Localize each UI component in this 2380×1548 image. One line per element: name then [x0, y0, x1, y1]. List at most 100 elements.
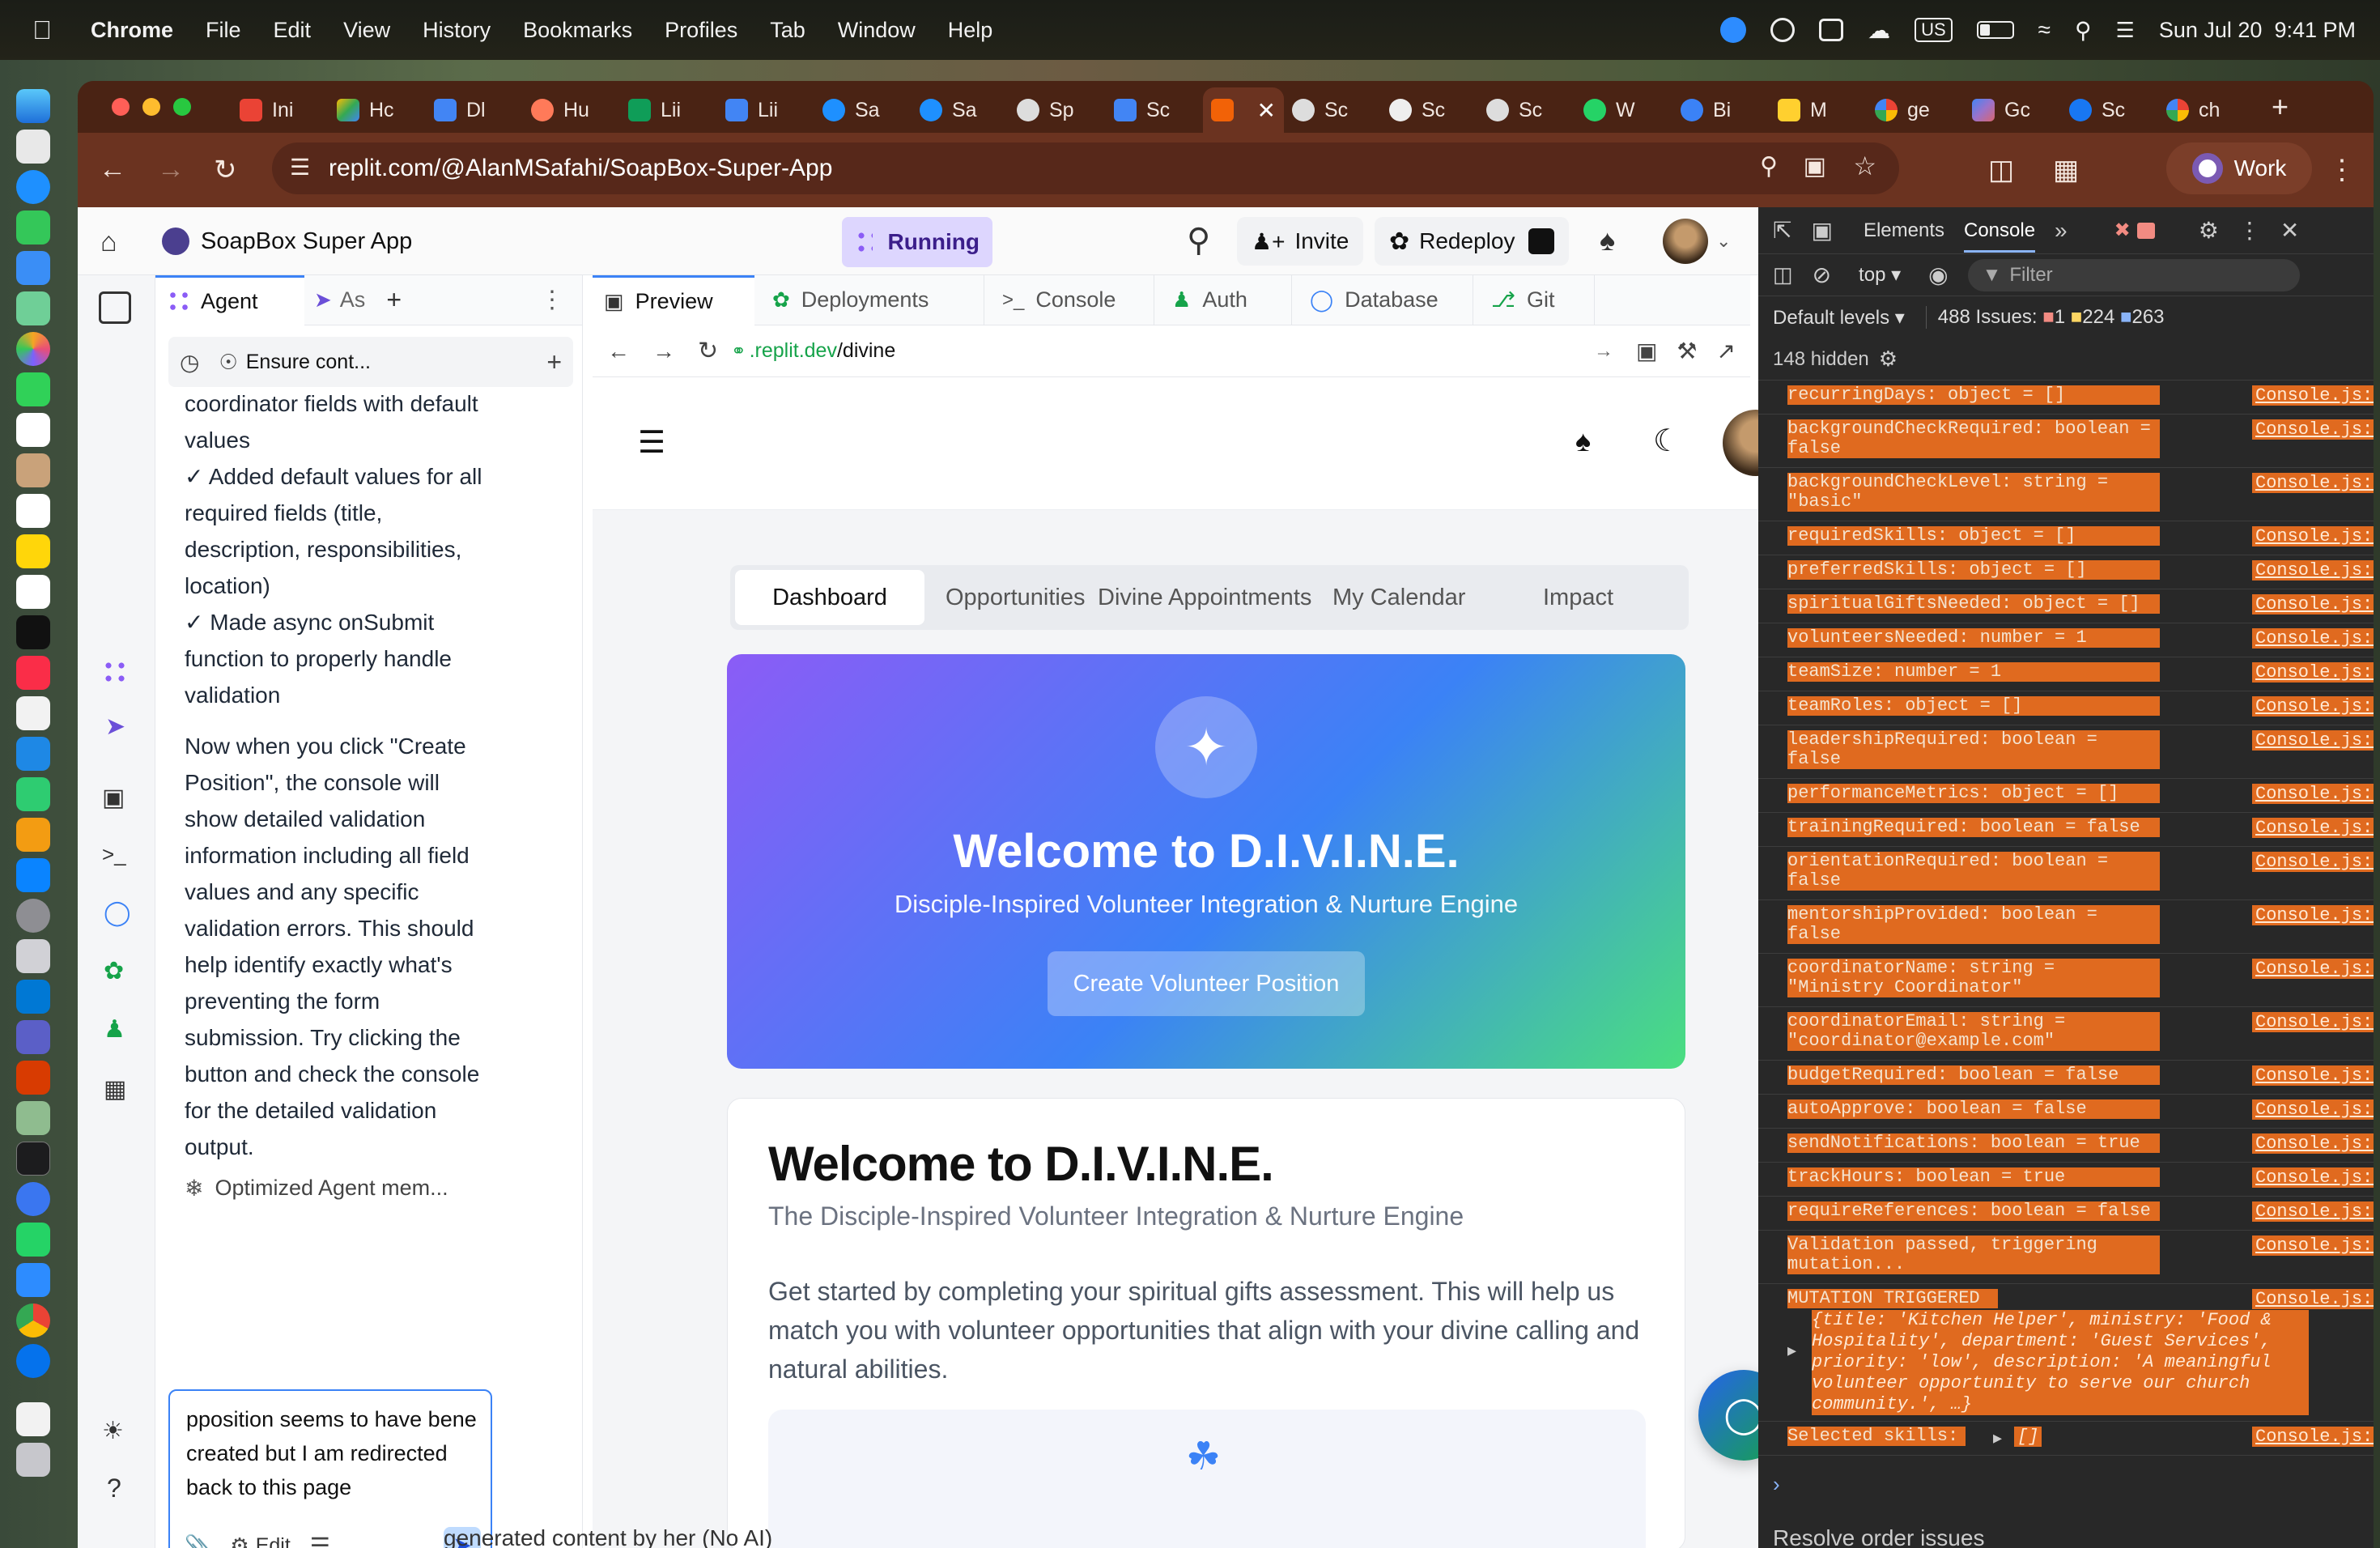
window-minimize-button[interactable] — [142, 98, 160, 116]
browser-tab[interactable]: Sc — [1478, 90, 1575, 130]
console-log-entry[interactable]: trackHours: boolean = trueConsole.js:61 — [1758, 1163, 2374, 1197]
console-log-entry[interactable]: budgetRequired: boolean = false Console.j… — [1758, 1061, 2374, 1095]
url-go-icon[interactable]: → — [1594, 340, 1613, 363]
notes-icon[interactable] — [16, 534, 50, 568]
attach-paperclip-icon[interactable]: 📎 — [185, 1533, 210, 1548]
console-source-link[interactable]: Console.js:61 — [2252, 959, 2374, 979]
console-log-entry[interactable]: volunteersNeeded: number = 1Console.js:6… — [1758, 623, 2374, 657]
sliders-icon[interactable]: ☰ — [310, 1533, 330, 1548]
system-settings-icon[interactable] — [16, 899, 50, 933]
preview-icon[interactable] — [16, 1101, 50, 1135]
whatsapp-icon[interactable] — [16, 1223, 50, 1257]
contacts-icon[interactable] — [16, 453, 50, 487]
console-log-entry[interactable]: teamRoles: object = []Console.js:61 — [1758, 691, 2374, 725]
console-source-link[interactable]: Console.js:61 — [2252, 594, 2374, 615]
tab-agent[interactable]: Agent — [155, 274, 304, 325]
invite-button[interactable]: ♟+ Invite — [1237, 217, 1364, 266]
console-source-link[interactable]: Console.js:61 — [2252, 526, 2374, 546]
tab-deployments[interactable]: ✿ Deployments — [754, 274, 984, 325]
app-tab-impact[interactable]: Impact — [1543, 585, 1640, 611]
browser-tab[interactable]: Sa — [912, 90, 1009, 130]
browser-tab[interactable]: Sc — [1284, 90, 1381, 130]
devtools-settings-icon[interactable]: ⚙ — [2199, 217, 2219, 244]
console-source-link[interactable]: Console.js:61 — [2252, 662, 2374, 683]
new-chat-icon[interactable]: + — [546, 347, 562, 377]
console-source-link[interactable]: Console.js:61 — [2252, 473, 2374, 493]
wifi-icon[interactable]: ≈ — [2038, 17, 2051, 43]
console-source-link[interactable]: Console.js:61 — [2252, 1201, 2374, 1222]
console-log-entry[interactable]: mentorshipProvided: boolean = false Conso… — [1758, 900, 2374, 954]
composer-input[interactable]: pposition seems to have bene created but… — [186, 1402, 478, 1504]
password-key-icon[interactable]: ⚲ — [1760, 152, 1778, 181]
issues-summary[interactable]: 488 Issues: ■1 ■224 ■263 — [1925, 306, 2165, 329]
menubar-datetime[interactable]: Sun Jul 20 9:41 PM — [2159, 18, 2356, 43]
menubar-file[interactable]: File — [206, 18, 241, 43]
finder-icon[interactable] — [16, 89, 50, 123]
browser-tab[interactable]: Lii — [717, 90, 814, 130]
window-zoom-button[interactable] — [173, 98, 191, 116]
running-status[interactable]: Running — [842, 217, 992, 267]
forward-icon[interactable]: → — [157, 154, 185, 185]
menubar-window[interactable]: Window — [838, 18, 916, 43]
launchpad-icon[interactable] — [16, 130, 50, 164]
tab-console[interactable]: >_ Console — [984, 274, 1154, 325]
control-center-icon[interactable]: ☰ — [2116, 18, 2135, 43]
open-new-tab-icon[interactable]: ↗ — [1717, 338, 1736, 364]
console-log-entry[interactable]: Selected skills: ▸ [] Console.js:61 — [1758, 1422, 2374, 1456]
onepassword-icon[interactable] — [16, 1344, 50, 1378]
console-source-link[interactable]: Console.js:61 — [2252, 560, 2374, 580]
app-tab-divine-appointments[interactable]: Divine Appointments — [1098, 585, 1332, 611]
console-log-entry[interactable]: orientationRequired: boolean = false Cons… — [1758, 847, 2374, 900]
menubar-edit[interactable]: Edit — [274, 18, 312, 43]
console-source-link[interactable]: Console.js:61 — [2252, 730, 2374, 751]
edit-mode-button[interactable]: ⚙ Edit — [230, 1533, 290, 1548]
help-icon[interactable]: ? — [107, 1474, 121, 1503]
site-settings-icon[interactable]: ☰ — [290, 154, 310, 181]
mail-icon[interactable] — [16, 251, 50, 285]
app-status-icon[interactable] — [1819, 19, 1844, 41]
console-prompt[interactable]: › — [1773, 1472, 1780, 1497]
mutation-object-preview[interactable]: {title: 'Kitchen Helper', ministry: 'Foo… — [1812, 1310, 2309, 1415]
more-options-icon[interactable]: ⋮ — [540, 286, 564, 314]
database-tool-icon[interactable]: ◯ — [104, 899, 131, 927]
photos-icon[interactable] — [16, 332, 50, 366]
music-icon[interactable] — [16, 656, 50, 690]
console-source-link[interactable]: Console.js:61 — [2252, 905, 2374, 925]
dark-mode-moon-icon[interactable]: ☾ — [1653, 423, 1681, 459]
reminders-icon[interactable] — [16, 494, 50, 528]
console-source-link[interactable]: Console.js:61 — [2252, 1235, 2374, 1256]
inspect-element-icon[interactable]: ⇱ — [1773, 217, 1791, 244]
console-log-entry[interactable]: coordinatorEmail: string = "coordinator@… — [1758, 1007, 2374, 1061]
clear-console-icon[interactable]: ⊘ — [1813, 262, 1831, 288]
console-tool-icon[interactable]: >_ — [102, 842, 126, 867]
safari-icon[interactable] — [16, 170, 50, 204]
optimized-memory-note[interactable]: ❄ Optimized Agent mem... — [185, 1175, 484, 1201]
sidebar-toggle-icon[interactable] — [99, 291, 131, 324]
expand-object-icon[interactable]: ▸ — [1787, 1341, 1796, 1362]
browser-tab[interactable]: Dl — [426, 90, 523, 130]
agent-task-title[interactable]: Ensure cont... — [246, 351, 371, 374]
tv-icon[interactable] — [16, 615, 50, 649]
zoom-icon[interactable] — [16, 1263, 50, 1297]
preview-url-input[interactable]: ⚭ .replit.dev /divine → — [731, 334, 1613, 368]
battery-icon[interactable] — [1976, 21, 2014, 39]
console-source-link[interactable]: Console.js:61 — [2252, 1012, 2374, 1032]
browser-tab[interactable]: ch — [2158, 90, 2255, 130]
trash-icon[interactable] — [16, 1443, 50, 1477]
extensions-icon[interactable]: ◫ — [1988, 154, 2014, 186]
cloud-status-icon[interactable]: ☁ — [1868, 17, 1890, 44]
maps-icon[interactable] — [16, 291, 50, 325]
menubar-app-name[interactable]: Chrome — [91, 18, 173, 43]
app-store-icon[interactable] — [16, 858, 50, 892]
console-log-entry[interactable]: sendNotifications: boolean = true Console… — [1758, 1129, 2374, 1163]
preview-reload-icon[interactable]: ↻ — [698, 337, 718, 365]
stop-square-icon[interactable] — [1528, 228, 1554, 254]
app-bell-icon[interactable]: ♠ — [1575, 424, 1591, 458]
console-log-entry[interactable]: trainingRequired: boolean = false Console… — [1758, 813, 2374, 847]
console-log-entry[interactable]: recurringDays: object = []Console.js:61 — [1758, 381, 2374, 415]
address-bar[interactable]: ☰ replit.com/@AlanMSafahi/SoapBox-Super-… — [272, 142, 1899, 194]
messages-icon[interactable] — [16, 211, 50, 245]
facetime-icon[interactable] — [16, 372, 50, 406]
user-menu[interactable]: ⌄ — [1663, 219, 1731, 264]
new-tab-button[interactable]: + — [2272, 90, 2289, 124]
